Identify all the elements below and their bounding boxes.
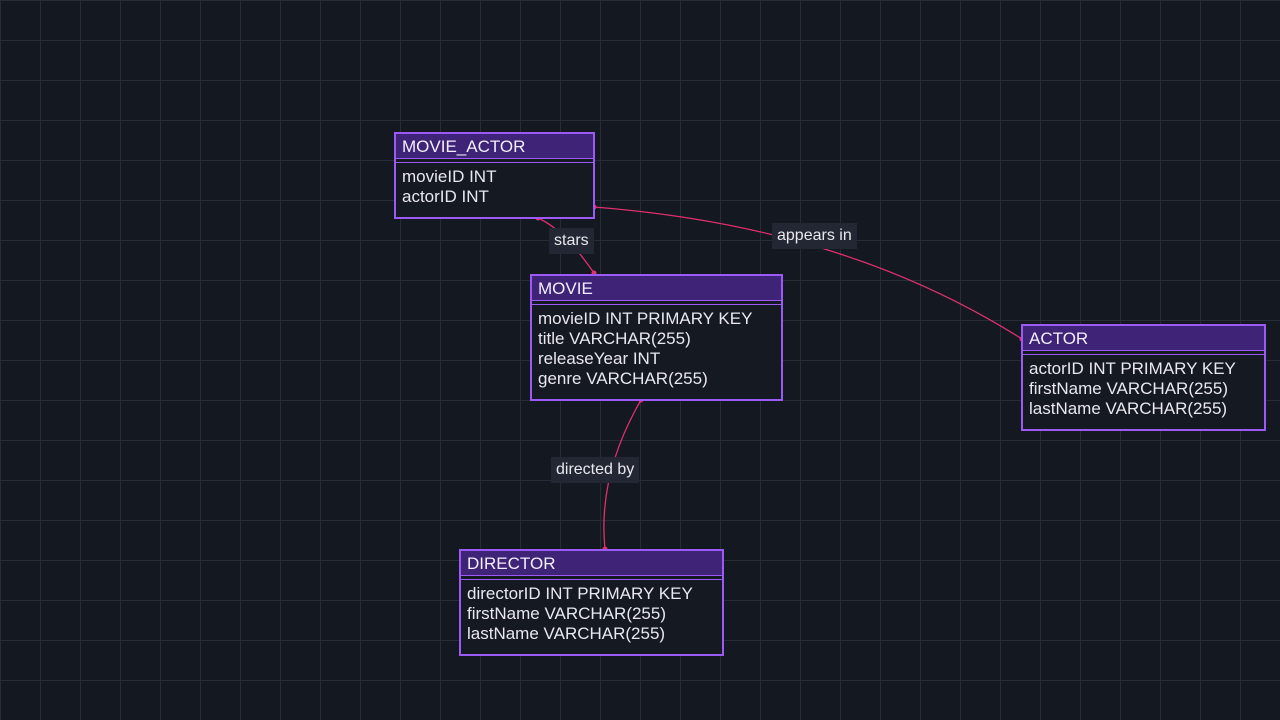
field-row: movieID INT PRIMARY KEY [538,309,753,328]
entity-movie[interactable]: MOVIE movieID INT PRIMARY KEY title VARC… [530,274,783,401]
entity-actor[interactable]: ACTOR actorID INT PRIMARY KEY firstName … [1021,324,1266,431]
entity-movie-title: MOVIE [532,276,781,301]
field-row: directorID INT PRIMARY KEY [467,584,693,603]
edge-label-stars[interactable]: stars [549,228,594,254]
field-row: lastName VARCHAR(255) [1029,399,1228,418]
entity-movie-actor[interactable]: MOVIE_ACTOR movieID INT actorID INT [394,132,595,219]
field-row: firstName VARCHAR(255) [1029,379,1229,398]
entity-movie-actor-fields: movieID INT actorID INT [396,163,593,207]
edge-label-appears-in[interactable]: appears in [772,223,857,249]
field-row: genre VARCHAR(255) [538,369,708,388]
entity-actor-title: ACTOR [1023,326,1264,351]
entity-director-fields: directorID INT PRIMARY KEY firstName VAR… [461,580,722,644]
entity-movie-actor-title: MOVIE_ACTOR [396,134,593,159]
field-row: actorID INT [402,187,489,206]
entity-director-title: DIRECTOR [461,551,722,576]
diagram-canvas: MOVIE_ACTOR movieID INT actorID INT MOVI… [0,0,1280,720]
entity-actor-fields: actorID INT PRIMARY KEY firstName VARCHA… [1023,355,1264,419]
field-row: firstName VARCHAR(255) [467,604,667,623]
field-row: actorID INT PRIMARY KEY [1029,359,1236,378]
entity-movie-fields: movieID INT PRIMARY KEY title VARCHAR(25… [532,305,781,389]
field-row: movieID INT [402,167,497,186]
field-row: lastName VARCHAR(255) [467,624,666,643]
entity-director[interactable]: DIRECTOR directorID INT PRIMARY KEY firs… [459,549,724,656]
field-row: releaseYear INT [538,349,661,368]
edge-label-directed-by[interactable]: directed by [551,457,640,483]
field-row: title VARCHAR(255) [538,329,691,348]
